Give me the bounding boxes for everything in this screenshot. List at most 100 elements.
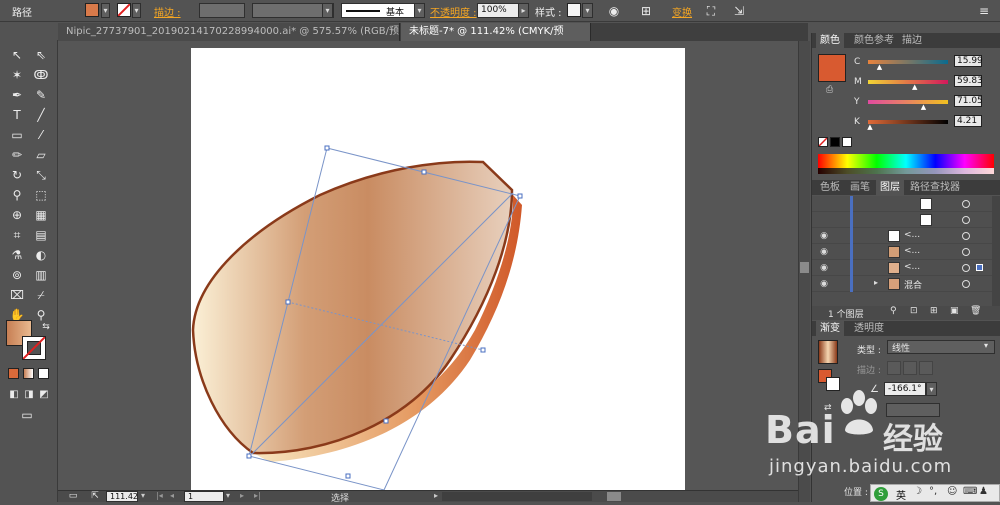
emoji-icon[interactable]: ☺ — [947, 486, 957, 497]
none-color-icon[interactable] — [818, 137, 828, 147]
handle — [383, 418, 389, 424]
channel-y-value[interactable]: 71.05 — [954, 95, 983, 107]
channel-m-marker[interactable]: ▲ — [912, 83, 917, 91]
layer-name[interactable]: 混合 — [904, 278, 922, 291]
status-menu-icon[interactable]: ▸ — [434, 491, 438, 500]
layer-row[interactable]: ◉ <... — [812, 228, 992, 244]
first-page-icon[interactable]: |◂ — [156, 491, 163, 500]
tab-brushes-label: 画笔 — [850, 182, 870, 193]
page-field[interactable]: 1 — [184, 491, 224, 502]
layers-scrollbar[interactable] — [992, 196, 1000, 306]
page-dropdown-icon[interactable]: ▾ — [226, 491, 230, 500]
artboard-nav-icon[interactable]: ▭ — [64, 487, 82, 505]
handle — [421, 169, 427, 175]
layer-row[interactable]: ◉ <... — [812, 244, 992, 260]
sogou-icon[interactable]: S — [874, 487, 888, 501]
layer-row[interactable] — [812, 196, 992, 212]
target-icon[interactable] — [962, 248, 970, 256]
gradient-stroke-box[interactable] — [826, 377, 840, 391]
hscroll-thumb[interactable] — [607, 492, 621, 501]
tab-swatches[interactable]: 色板 — [816, 180, 844, 195]
horizontal-scrollbar[interactable] — [442, 492, 621, 501]
tab-stroke[interactable]: 描边 — [898, 33, 926, 48]
channel-k-marker[interactable]: ▲ — [867, 123, 872, 131]
selected-art-indicator[interactable] — [976, 264, 983, 271]
tab-pathfinder[interactable]: 路径查找器 — [906, 180, 964, 195]
tab-color-guide-label: 颜色参考 — [854, 35, 894, 46]
target-icon[interactable] — [962, 264, 970, 272]
delete-layer-icon[interactable]: 🗑 — [970, 306, 981, 316]
export-icon[interactable]: ⇱ — [86, 487, 104, 505]
out-of-gamut-icon[interactable]: ⎙ — [826, 85, 833, 95]
artwork[interactable] — [0, 0, 810, 502]
keyboard-icon[interactable]: ⌨ — [963, 486, 977, 497]
visibility-eye-icon[interactable]: ◉ — [818, 262, 830, 274]
tab-color-label: 颜色 — [820, 35, 840, 46]
color-swatch[interactable] — [818, 54, 846, 82]
handle — [517, 193, 523, 199]
channel-m-value[interactable]: 59.83 — [954, 75, 983, 87]
handle — [246, 453, 252, 459]
visibility-eye-icon[interactable]: ◉ — [818, 246, 830, 258]
layer-name[interactable]: <... — [904, 262, 920, 272]
scroll-thumb[interactable] — [800, 262, 809, 273]
ime-lang[interactable]: 英 — [896, 487, 906, 502]
layers-footer: 1 个图层 ⚲ ⊡ ⊞ ▣ 🗑 — [812, 306, 1000, 320]
watermark-brand-2: 经验 — [883, 422, 943, 457]
stroke-across-icon[interactable] — [919, 361, 933, 375]
channel-y-marker[interactable]: ▲ — [921, 103, 926, 111]
channel-c-value[interactable]: 15.99 — [954, 55, 983, 67]
channel-m-slider[interactable] — [868, 80, 948, 84]
channel-k-value[interactable]: 4.21 — [954, 115, 982, 127]
locate-object-icon[interactable]: ⚲ — [890, 306, 897, 316]
punctuation-icon[interactable]: °, — [929, 486, 937, 497]
tab-color-guide[interactable]: 颜色参考 — [850, 33, 898, 48]
user-icon[interactable]: ♟ — [979, 486, 988, 497]
make-clipping-mask-icon[interactable]: ⊡ — [910, 306, 918, 316]
stroke-along-icon[interactable] — [903, 361, 917, 375]
visibility-eye-icon[interactable]: ◉ — [818, 278, 830, 290]
channel-y-slider[interactable] — [868, 100, 948, 104]
paw-logo-icon — [837, 390, 877, 435]
layer-row[interactable] — [812, 212, 992, 228]
next-page-icon[interactable]: ▸ — [240, 491, 244, 500]
tab-transparency[interactable]: 透明度 — [850, 321, 888, 336]
new-layer-icon[interactable]: ▣ — [950, 306, 959, 316]
panel-menu-icon[interactable]: ≡ — [975, 2, 993, 20]
color-spectrum[interactable] — [818, 154, 994, 174]
tab-gradient[interactable]: 渐变 — [816, 321, 844, 336]
visibility-eye-icon[interactable]: ◉ — [818, 230, 830, 242]
layer-thumbnail — [920, 198, 932, 210]
layer-row[interactable]: ◉ <... — [812, 260, 992, 276]
gradient-preview[interactable] — [818, 340, 838, 364]
prev-page-icon[interactable]: ◂ — [170, 491, 174, 500]
white-color-icon[interactable] — [842, 137, 852, 147]
layer-name[interactable]: <... — [904, 230, 920, 240]
tab-swatches-label: 色板 — [820, 182, 840, 193]
tab-stroke-label: 描边 — [902, 35, 922, 46]
zoom-dropdown-icon[interactable]: ▾ — [141, 491, 145, 500]
handle — [285, 299, 291, 305]
last-page-icon[interactable]: ▸| — [254, 491, 261, 500]
channel-k-slider[interactable] — [868, 120, 948, 124]
target-icon[interactable] — [962, 200, 970, 208]
stroke-within-icon[interactable] — [887, 361, 901, 375]
tab-pathfinder-label: 路径查找器 — [910, 182, 960, 193]
tab-brushes[interactable]: 画笔 — [846, 180, 874, 195]
layer-row[interactable]: ◉ ▸ 混合 — [812, 276, 992, 292]
channel-c-marker[interactable]: ▲ — [877, 63, 882, 71]
zoom-field[interactable]: 111.42 — [106, 491, 138, 502]
new-sublayer-icon[interactable]: ⊞ — [930, 306, 938, 316]
layer-name[interactable]: <... — [904, 246, 920, 256]
expand-arrow-icon[interactable]: ▸ — [874, 278, 878, 287]
tab-layers[interactable]: 图层 — [876, 180, 904, 195]
target-icon[interactable] — [962, 232, 970, 240]
gradient-type-label: 类型 : — [857, 346, 881, 356]
black-color-icon[interactable] — [830, 137, 840, 147]
layer-thumbnail — [888, 262, 900, 274]
target-icon[interactable] — [962, 216, 970, 224]
gradient-type-dropdown[interactable]: 线性 ▾ — [887, 340, 995, 354]
tab-color[interactable]: 颜色 — [816, 33, 844, 48]
target-icon[interactable] — [962, 280, 970, 288]
moon-icon[interactable]: ☽ — [913, 486, 922, 497]
